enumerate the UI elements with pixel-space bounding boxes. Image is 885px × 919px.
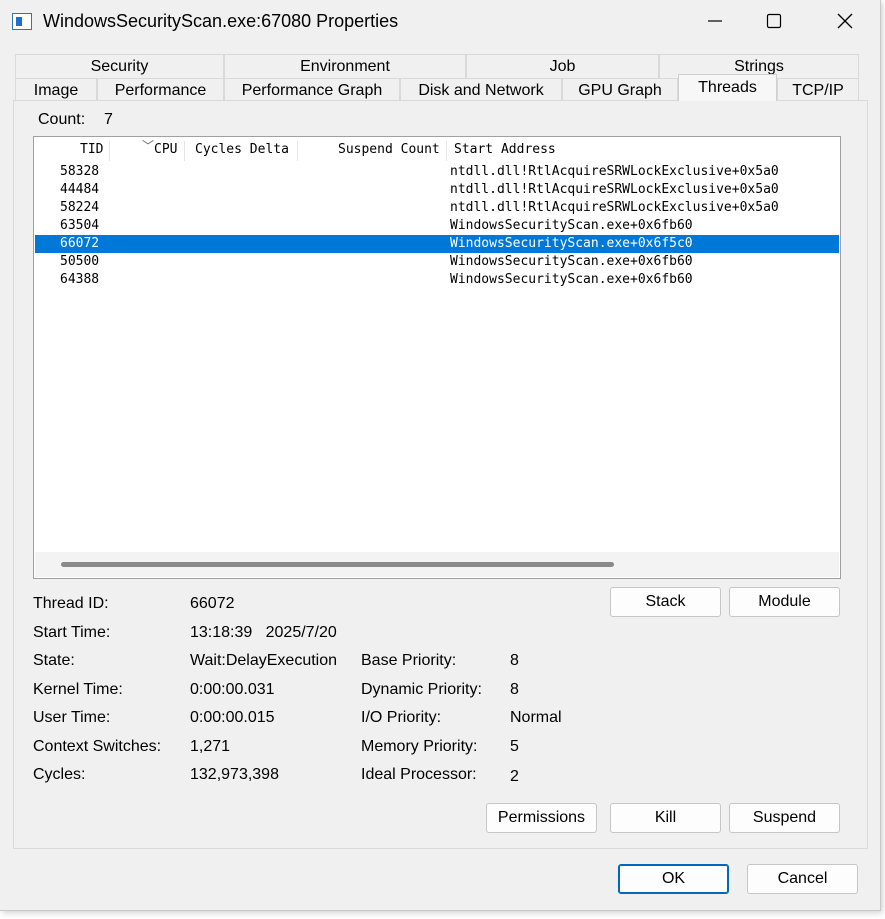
user-time-value: 0:00:00.015 bbox=[190, 709, 275, 726]
tab-job[interactable]: Job bbox=[466, 54, 659, 78]
tab-security[interactable]: Security bbox=[15, 54, 224, 78]
thread-tid: 64388 bbox=[60, 272, 100, 287]
cycles-label: Cycles: bbox=[33, 766, 86, 783]
ok-button[interactable]: OK bbox=[618, 864, 729, 894]
count-label: Count: bbox=[38, 111, 86, 128]
maximize-button[interactable] bbox=[744, 0, 804, 42]
column-header-start-address[interactable]: Start Address bbox=[454, 142, 556, 157]
close-icon bbox=[837, 13, 853, 29]
thread-start-address: WindowsSecurityScan.exe+0x6fb60 bbox=[450, 272, 693, 287]
io-priority-label: I/O Priority: bbox=[361, 709, 442, 726]
thread-id-value: 66072 bbox=[190, 595, 235, 612]
horizontal-scrollbar[interactable] bbox=[35, 552, 839, 577]
thread-row[interactable]: 64388 WindowsSecurityScan.exe+0x6fb60 bbox=[35, 271, 839, 289]
dynamic-priority-label: Dynamic Priority: bbox=[361, 681, 482, 698]
ideal-processor-value: 2 bbox=[510, 768, 519, 785]
scrollbar-thumb[interactable] bbox=[61, 562, 614, 567]
tab-performance-graph[interactable]: Performance Graph bbox=[224, 78, 400, 102]
start-time-label: Start Time: bbox=[33, 624, 111, 641]
context-switches-label: Context Switches: bbox=[33, 738, 162, 755]
suspend-button[interactable]: Suspend bbox=[729, 803, 840, 833]
thread-start-address: WindowsSecurityScan.exe+0x6f5c0 bbox=[450, 236, 693, 251]
thread-start-address: ntdll.dll!RtlAcquireSRWLockExclusive+0x5… bbox=[450, 164, 779, 179]
tab-gpu-graph[interactable]: GPU Graph bbox=[562, 78, 678, 102]
kernel-time-label: Kernel Time: bbox=[33, 681, 123, 698]
state-label: State: bbox=[33, 652, 75, 669]
column-header-suspend-count[interactable]: Suspend Count bbox=[338, 142, 440, 157]
thread-tid: 58224 bbox=[60, 200, 100, 215]
threads-list[interactable]: ﹀ TID CPU Cycles Delta Suspend Count Sta… bbox=[33, 136, 841, 579]
tab-threads[interactable]: Threads bbox=[678, 74, 777, 101]
memory-priority-value: 5 bbox=[510, 738, 519, 755]
cycles-value: 132,973,398 bbox=[190, 766, 279, 783]
thread-start-address: WindowsSecurityScan.exe+0x6fb60 bbox=[450, 218, 693, 233]
state-value: Wait:DelayExecution bbox=[190, 652, 338, 669]
sort-descending-icon: ﹀ bbox=[142, 139, 155, 153]
module-button[interactable]: Module bbox=[729, 587, 840, 617]
tab-environment[interactable]: Environment bbox=[224, 54, 466, 78]
thread-tid: 50500 bbox=[60, 254, 100, 269]
thread-tid: 63504 bbox=[60, 218, 100, 233]
thread-row-selected[interactable]: 66072 WindowsSecurityScan.exe+0x6f5c0 bbox=[35, 235, 839, 253]
properties-window: WindowsSecurityScan.exe:67080 Properties… bbox=[0, 0, 881, 911]
kernel-time-value: 0:00:00.031 bbox=[190, 681, 275, 698]
thread-start-address: WindowsSecurityScan.exe+0x6fb60 bbox=[450, 254, 693, 269]
thread-start-address: ntdll.dll!RtlAcquireSRWLockExclusive+0x5… bbox=[450, 182, 779, 197]
tab-performance[interactable]: Performance bbox=[97, 78, 224, 102]
thread-row[interactable]: 58328 ntdll.dll!RtlAcquireSRWLockExclusi… bbox=[35, 163, 839, 181]
permissions-button[interactable]: Permissions bbox=[486, 803, 597, 833]
thread-row[interactable]: 50500 WindowsSecurityScan.exe+0x6fb60 bbox=[35, 253, 839, 271]
thread-id-label: Thread ID: bbox=[33, 595, 109, 612]
thread-tid: 58328 bbox=[60, 164, 100, 179]
minimize-icon bbox=[708, 20, 722, 22]
base-priority-value: 8 bbox=[510, 652, 519, 669]
user-time-label: User Time: bbox=[33, 709, 111, 726]
io-priority-value: Normal bbox=[510, 709, 562, 726]
thread-row[interactable]: 58224 ntdll.dll!RtlAcquireSRWLockExclusi… bbox=[35, 199, 839, 217]
ideal-processor-label: Ideal Processor: bbox=[361, 766, 477, 783]
tab-disk-and-network[interactable]: Disk and Network bbox=[400, 78, 562, 102]
cancel-button[interactable]: Cancel bbox=[747, 864, 858, 894]
column-header-cycles-delta[interactable]: Cycles Delta bbox=[195, 142, 289, 157]
stack-button[interactable]: Stack bbox=[610, 587, 721, 617]
window-title: WindowsSecurityScan.exe:67080 Properties bbox=[43, 11, 399, 31]
kill-button[interactable]: Kill bbox=[610, 803, 721, 833]
title-bar[interactable]: WindowsSecurityScan.exe:67080 Properties bbox=[0, 0, 880, 42]
count-value: 7 bbox=[104, 111, 113, 128]
thread-tid: 44484 bbox=[60, 182, 100, 197]
thread-tid: 66072 bbox=[60, 236, 100, 251]
minimize-button[interactable] bbox=[685, 0, 745, 42]
thread-row[interactable]: 63504 WindowsSecurityScan.exe+0x6fb60 bbox=[35, 217, 839, 235]
close-button[interactable] bbox=[815, 0, 875, 42]
column-header-tid[interactable]: TID bbox=[80, 142, 103, 157]
thread-start-address: ntdll.dll!RtlAcquireSRWLockExclusive+0x5… bbox=[450, 200, 779, 215]
maximize-icon bbox=[766, 13, 782, 29]
column-header-cpu[interactable]: CPU bbox=[154, 142, 177, 157]
start-time-value: 13:18:39 2025/7/20 bbox=[190, 624, 337, 641]
base-priority-label: Base Priority: bbox=[361, 652, 457, 669]
tab-tcp-ip[interactable]: TCP/IP bbox=[777, 78, 859, 102]
tab-image[interactable]: Image bbox=[15, 78, 97, 102]
process-window-icon bbox=[12, 13, 32, 30]
memory-priority-label: Memory Priority: bbox=[361, 738, 478, 755]
dynamic-priority-value: 8 bbox=[510, 681, 519, 698]
thread-row[interactable]: 44484 ntdll.dll!RtlAcquireSRWLockExclusi… bbox=[35, 181, 839, 199]
context-switches-value: 1,271 bbox=[190, 738, 231, 755]
